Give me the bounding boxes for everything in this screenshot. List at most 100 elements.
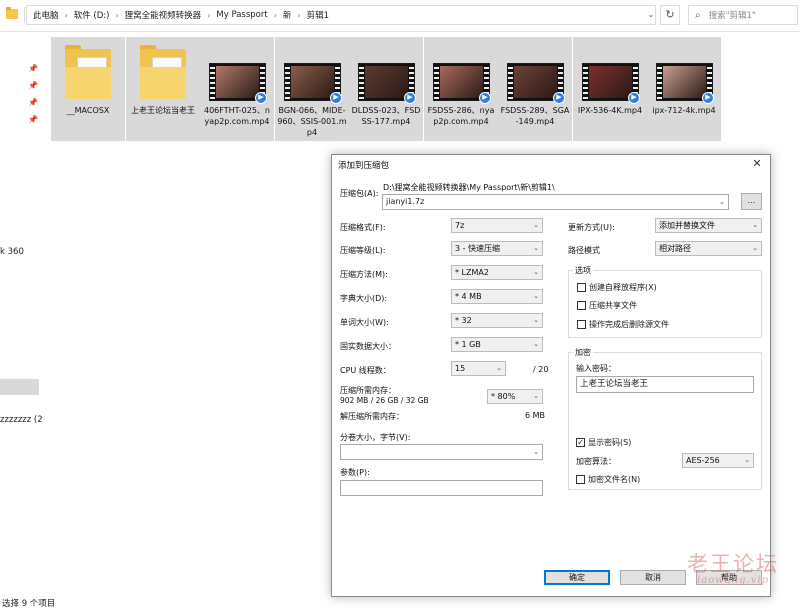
decomp-label: 解压缩所需内存：: [340, 412, 404, 421]
dict-label: 字典大小(D):: [340, 294, 388, 303]
pin-icon: 📌: [28, 115, 38, 124]
file-item[interactable]: ▶ FSDSS-289、SGA-149.mp4: [498, 37, 572, 141]
params-input[interactable]: [340, 480, 543, 496]
nav-item-k360[interactable]: k 360: [0, 247, 24, 257]
breadcrumb-clip1[interactable]: 剪辑1: [307, 9, 329, 21]
file-item[interactable]: 上老王论坛当老王: [126, 37, 200, 141]
file-item[interactable]: ▶ ipx-712-4k.mp4: [647, 37, 721, 141]
search-placeholder: 搜索"剪辑1": [708, 11, 756, 21]
dialog-title: 添加到压缩包: [338, 161, 390, 171]
file-item[interactable]: ▶ FSDSS-286、nyap2p.com.mp4: [424, 37, 498, 141]
file-item[interactable]: ▶ IPX-536-4K.mp4: [573, 37, 647, 141]
chevron-down-icon: ⌄: [533, 221, 539, 229]
breadcrumb-converter[interactable]: 狸窝全能视频转换器: [125, 9, 202, 21]
cpu-value: 15: [455, 364, 466, 373]
file-name: BGN-066、MIDE-960、SSIS-001.mp4: [277, 106, 347, 137]
show-password-checkbox[interactable]: ✓ 显示密码(S): [576, 437, 631, 448]
archive-name-input[interactable]: jianyi1.7z ⌄: [382, 194, 729, 210]
chevron-right-icon: ›: [207, 10, 211, 20]
checkbox-box[interactable]: [577, 301, 586, 310]
chevron-down-icon[interactable]: ⌄: [644, 6, 658, 24]
sfx-checkbox[interactable]: 创建自释放程序(X): [577, 282, 657, 293]
checkbox-box[interactable]: [576, 475, 585, 484]
file-item[interactable]: ▶ DLDSS-023、FSDSS-177.mp4: [349, 37, 423, 141]
nav-item-selected[interactable]: [0, 379, 39, 395]
breadcrumb-new[interactable]: 新: [283, 9, 292, 21]
breadcrumb-this-pc[interactable]: 此电脑: [33, 9, 59, 21]
file-name: FSDSS-286、nyap2p.com.mp4: [427, 106, 495, 126]
pin-icon: 📌: [28, 81, 38, 90]
word-select[interactable]: * 32 ⌄: [451, 313, 543, 328]
archive-path: D:\狸窝全能视频转换器\My Passport\新\剪辑1\: [383, 183, 555, 192]
file-item[interactable]: ▶ BGN-066、MIDE-960、SSIS-001.mp4: [275, 37, 349, 141]
chevron-down-icon[interactable]: ⌄: [719, 195, 725, 209]
play-icon: ▶: [628, 92, 640, 104]
password-value: 上老王论坛当老王: [580, 379, 649, 389]
method-select[interactable]: * LZMA2 ⌄: [451, 265, 543, 280]
checkbox-box[interactable]: [577, 283, 586, 292]
address-toolbar: 此电脑 › 软件 (D:) › 狸窝全能视频转换器 › My Passport …: [0, 0, 800, 32]
options-title: 选项: [573, 265, 593, 276]
format-select[interactable]: 7z ⌄: [451, 218, 543, 233]
path-select[interactable]: 相对路径 ⌄: [655, 241, 762, 256]
path-label: 路径模式: [568, 246, 600, 255]
checkmark-icon[interactable]: ✓: [576, 438, 585, 447]
chevron-down-icon[interactable]: ⌄: [533, 445, 539, 459]
nav-item-zzz[interactable]: zzzzzzz (2: [0, 415, 43, 425]
password-input[interactable]: 上老王论坛当老王: [576, 376, 754, 393]
delete-checkbox[interactable]: 操作完成后删除源文件: [577, 319, 669, 330]
solid-label: 固实数据大小：: [340, 342, 396, 351]
cpu-label: CPU 线程数：: [340, 366, 391, 375]
word-label: 单词大小(W):: [340, 318, 389, 327]
watermark-url: laowang.vip: [697, 575, 769, 586]
address-bar[interactable]: 此电脑 › 软件 (D:) › 狸窝全能视频转换器 › My Passport …: [26, 5, 656, 25]
file-name: 上老王论坛当老王: [131, 106, 195, 115]
chevron-down-icon: ⌄: [744, 456, 750, 464]
encrypt-names-label: 加密文件名(N): [588, 475, 641, 484]
ok-button[interactable]: 确定: [544, 570, 610, 585]
update-select[interactable]: 添加并替换文件 ⌄: [655, 218, 762, 233]
chevron-down-icon: ⌄: [752, 244, 758, 252]
play-icon: ▶: [553, 92, 565, 104]
refresh-button[interactable]: ↻: [660, 5, 680, 25]
show-password-label: 显示密码(S): [588, 438, 632, 447]
file-name: IPX-536-4K.mp4: [577, 106, 643, 115]
mem-detail: 902 MB / 26 GB / 32 GB: [340, 396, 429, 405]
video-thumbnail: ▶: [433, 63, 491, 104]
encrypt-names-checkbox[interactable]: 加密文件名(N): [576, 474, 640, 485]
decomp-value: 6 MB: [525, 411, 546, 420]
browse-button[interactable]: ...: [741, 193, 762, 210]
params-label: 参数(P):: [340, 468, 370, 477]
breadcrumb-drive-d[interactable]: 软件 (D:): [74, 9, 110, 21]
password-label: 输入密码：: [576, 364, 616, 373]
play-icon: ▶: [404, 92, 416, 104]
mem-value: * 80%: [491, 392, 516, 401]
mem-label: 压缩所需内存：: [340, 386, 396, 395]
breadcrumb-my-passport[interactable]: My Passport: [216, 10, 267, 20]
search-icon: ⌕: [695, 9, 701, 21]
split-label: 分卷大小，字节(V):: [340, 433, 411, 442]
search-input[interactable]: ⌕ 搜索"剪辑1": [688, 5, 798, 25]
file-item[interactable]: __MACOSX: [51, 37, 125, 141]
solid-select[interactable]: * 1 GB ⌄: [451, 337, 543, 352]
close-icon[interactable]: ✕: [746, 155, 768, 173]
cpu-max: / 20: [533, 365, 549, 374]
navigation-pane: 📌 📌 📌 📌 k 360 zzzzzzz (2: [0, 32, 43, 597]
chevron-down-icon: ⌄: [496, 364, 502, 372]
chevron-down-icon: ⌄: [533, 340, 539, 348]
level-select[interactable]: 3 - 快速压缩 ⌄: [451, 241, 543, 256]
mem-select[interactable]: * 80% ⌄: [487, 389, 543, 404]
shared-checkbox[interactable]: 压缩共享文件: [577, 300, 637, 311]
enc-method-select[interactable]: AES-256 ⌄: [682, 453, 754, 468]
chevron-right-icon: ›: [115, 10, 119, 20]
watermark-text: 老王论坛: [687, 552, 779, 576]
checkbox-box[interactable]: [577, 320, 586, 329]
file-item[interactable]: ▶ 406FTHT-025、nyap2p.com.mp4: [200, 37, 274, 141]
pin-icon: 📌: [28, 64, 38, 73]
split-input[interactable]: ⌄: [340, 444, 543, 460]
dict-select[interactable]: * 4 MB ⌄: [451, 289, 543, 304]
format-label: 压缩格式(F):: [340, 223, 386, 232]
video-thumbnail: ▶: [358, 63, 416, 104]
level-label: 压缩等级(L):: [340, 246, 386, 255]
cpu-select[interactable]: 15 ⌄: [451, 361, 506, 376]
